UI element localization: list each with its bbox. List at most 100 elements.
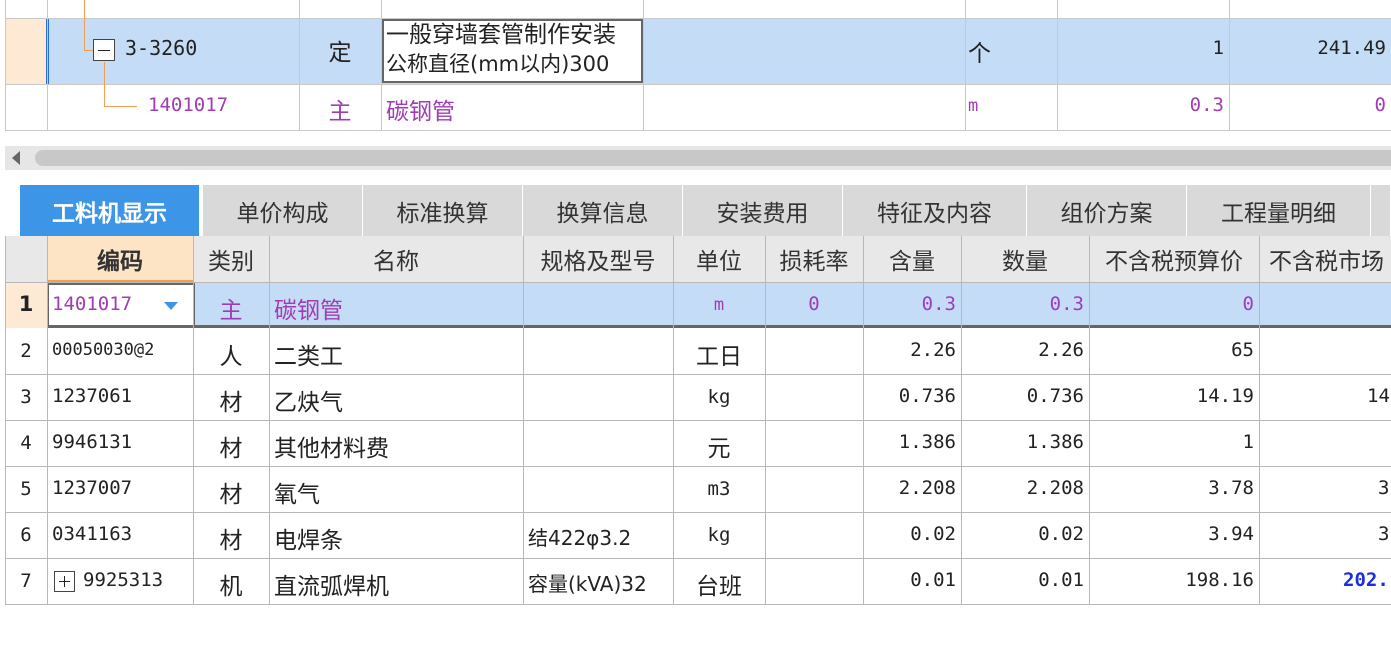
tree-line	[104, 62, 105, 107]
row-budget: 198.16	[1185, 569, 1254, 591]
item-unit: 个	[968, 41, 991, 67]
tab-installation-cost[interactable]: 安装费用	[683, 185, 843, 236]
row-unit: m3	[707, 478, 731, 500]
selected-row-bottom-border	[47, 325, 1391, 328]
material-name: 碳钢管	[386, 99, 455, 125]
row-qty: 2.208	[1026, 477, 1084, 499]
row-unit: 台班	[696, 574, 742, 600]
row-spec: 结422φ3.2	[528, 526, 632, 550]
material-unit: m	[968, 96, 979, 116]
row-type: 材	[219, 390, 243, 416]
row-index: 7	[20, 570, 32, 592]
scroll-left-arrow-icon[interactable]	[12, 151, 20, 165]
row-code: 9925313	[83, 569, 164, 591]
row-content: 1.386	[898, 431, 956, 453]
row-content: 2.26	[910, 339, 956, 361]
tab-conversion-info[interactable]: 换算信息	[523, 185, 683, 236]
row-header-selected[interactable]	[5, 19, 47, 84]
row-qty: 0.3	[1049, 293, 1084, 315]
row-code: 1237007	[52, 477, 133, 499]
col-header-code[interactable]: 编码	[47, 236, 193, 282]
row-qty: 0.736	[1026, 385, 1084, 407]
tab-overflow[interactable]	[1371, 185, 1391, 236]
col-header-type[interactable]: 类别	[193, 236, 269, 282]
row-unit: kg	[707, 386, 731, 408]
expand-toggle-icon[interactable]	[54, 571, 75, 592]
corner-cell	[5, 236, 47, 282]
item-name-line2: 公称直径(mm以内)300	[386, 52, 610, 76]
row-qty: 2.26	[1038, 339, 1084, 361]
collapse-toggle-icon[interactable]	[93, 39, 115, 61]
row-code: 9946131	[52, 431, 133, 453]
row-budget: 0	[1242, 293, 1254, 315]
row-budget: 14.19	[1196, 385, 1254, 407]
row-content: 2.208	[898, 477, 956, 499]
row-type: 材	[219, 528, 243, 554]
material-code: 1401017	[148, 94, 229, 116]
row-budget: 1	[1242, 431, 1254, 453]
item-type: 定	[328, 40, 352, 66]
row-code: 00050030@2	[52, 340, 155, 360]
row-budget: 3.94	[1208, 523, 1254, 545]
dropdown-arrow-icon[interactable]	[164, 302, 178, 310]
item-price: 241.49	[1317, 37, 1386, 59]
row-qty: 0.01	[1038, 569, 1084, 591]
row-index: 5	[20, 478, 32, 500]
row-name: 直流弧焊机	[274, 574, 389, 600]
row-content: 0.3	[921, 293, 956, 315]
horizontal-scrollbar[interactable]	[5, 146, 1391, 170]
row-market-link[interactable]: 202.	[1343, 569, 1391, 591]
col-header-spec[interactable]: 规格及型号	[523, 236, 673, 282]
tab-features-content[interactable]: 特征及内容	[843, 185, 1027, 236]
row-code: 1237061	[52, 385, 133, 407]
row-code: 1401017	[52, 293, 133, 315]
tab-pricing-scheme[interactable]: 组价方案	[1027, 185, 1187, 236]
detail-tab-bar: 工料机显示 单价构成 标准换算 换算信息 安装费用 特征及内容 组价方案 工程量…	[5, 185, 1391, 236]
row-name: 氧气	[274, 482, 320, 508]
row-name: 乙炔气	[274, 390, 343, 416]
row-code: 0341163	[52, 523, 133, 545]
row-index: 6	[20, 524, 32, 546]
row-qty: 0.02	[1038, 523, 1084, 545]
item-name-line1: 一般穿墙套管制作安装	[386, 22, 616, 48]
tab-quantity-detail[interactable]: 工程量明细	[1187, 185, 1371, 236]
row-type: 人	[219, 344, 243, 370]
scrollbar-thumb[interactable]	[35, 150, 1391, 166]
row-budget: 65	[1231, 339, 1254, 361]
tab-labor-material-machine[interactable]: 工料机显示	[20, 185, 200, 236]
row-index: 3	[20, 386, 32, 408]
row-index: 1	[18, 292, 34, 316]
cutoff-row	[5, 0, 1391, 17]
row-market: 3.	[1378, 477, 1391, 499]
row-content: 0.02	[910, 523, 956, 545]
row-unit: 工日	[696, 344, 742, 370]
tab-unit-price-composition[interactable]: 单价构成	[203, 185, 363, 236]
top-item-grid: 3-3260 定 一般穿墙套管制作安装 公称直径(mm以内)300 个 1 24…	[0, 0, 1391, 133]
resource-grid: 编码 类别 名称 规格及型号 单位 损耗率 含量 数量 不含税预算价 不含税市场…	[5, 236, 1391, 606]
row-index: 4	[20, 432, 32, 454]
row-type: 材	[219, 436, 243, 462]
col-header-content[interactable]: 含量	[863, 236, 961, 282]
item-qty: 1	[1212, 37, 1224, 59]
row-name: 二类工	[274, 344, 343, 370]
row-qty: 1.386	[1026, 431, 1084, 453]
col-header-unit[interactable]: 单位	[673, 236, 765, 282]
row-index: 2	[20, 340, 32, 362]
col-header-market-price[interactable]: 不含税市场	[1259, 236, 1391, 282]
material-qty: 0.3	[1189, 94, 1224, 116]
tree-line	[84, 0, 85, 50]
col-header-budget-price[interactable]: 不含税预算价	[1089, 236, 1259, 282]
tree-line	[84, 50, 93, 51]
item-code: 3-3260	[125, 36, 198, 60]
row-loss: 0	[808, 293, 820, 315]
tab-standard-conversion[interactable]: 标准换算	[363, 185, 523, 236]
row-market: 14.	[1367, 385, 1391, 407]
row-market: 3.	[1378, 523, 1391, 545]
col-header-quantity[interactable]: 数量	[961, 236, 1089, 282]
row-type: 主	[219, 298, 243, 324]
col-header-loss-rate[interactable]: 损耗率	[765, 236, 863, 282]
row-content: 0.01	[910, 569, 956, 591]
row-unit: 元	[707, 436, 731, 462]
col-header-name[interactable]: 名称	[269, 236, 523, 282]
row-name: 其他材料费	[274, 436, 389, 462]
